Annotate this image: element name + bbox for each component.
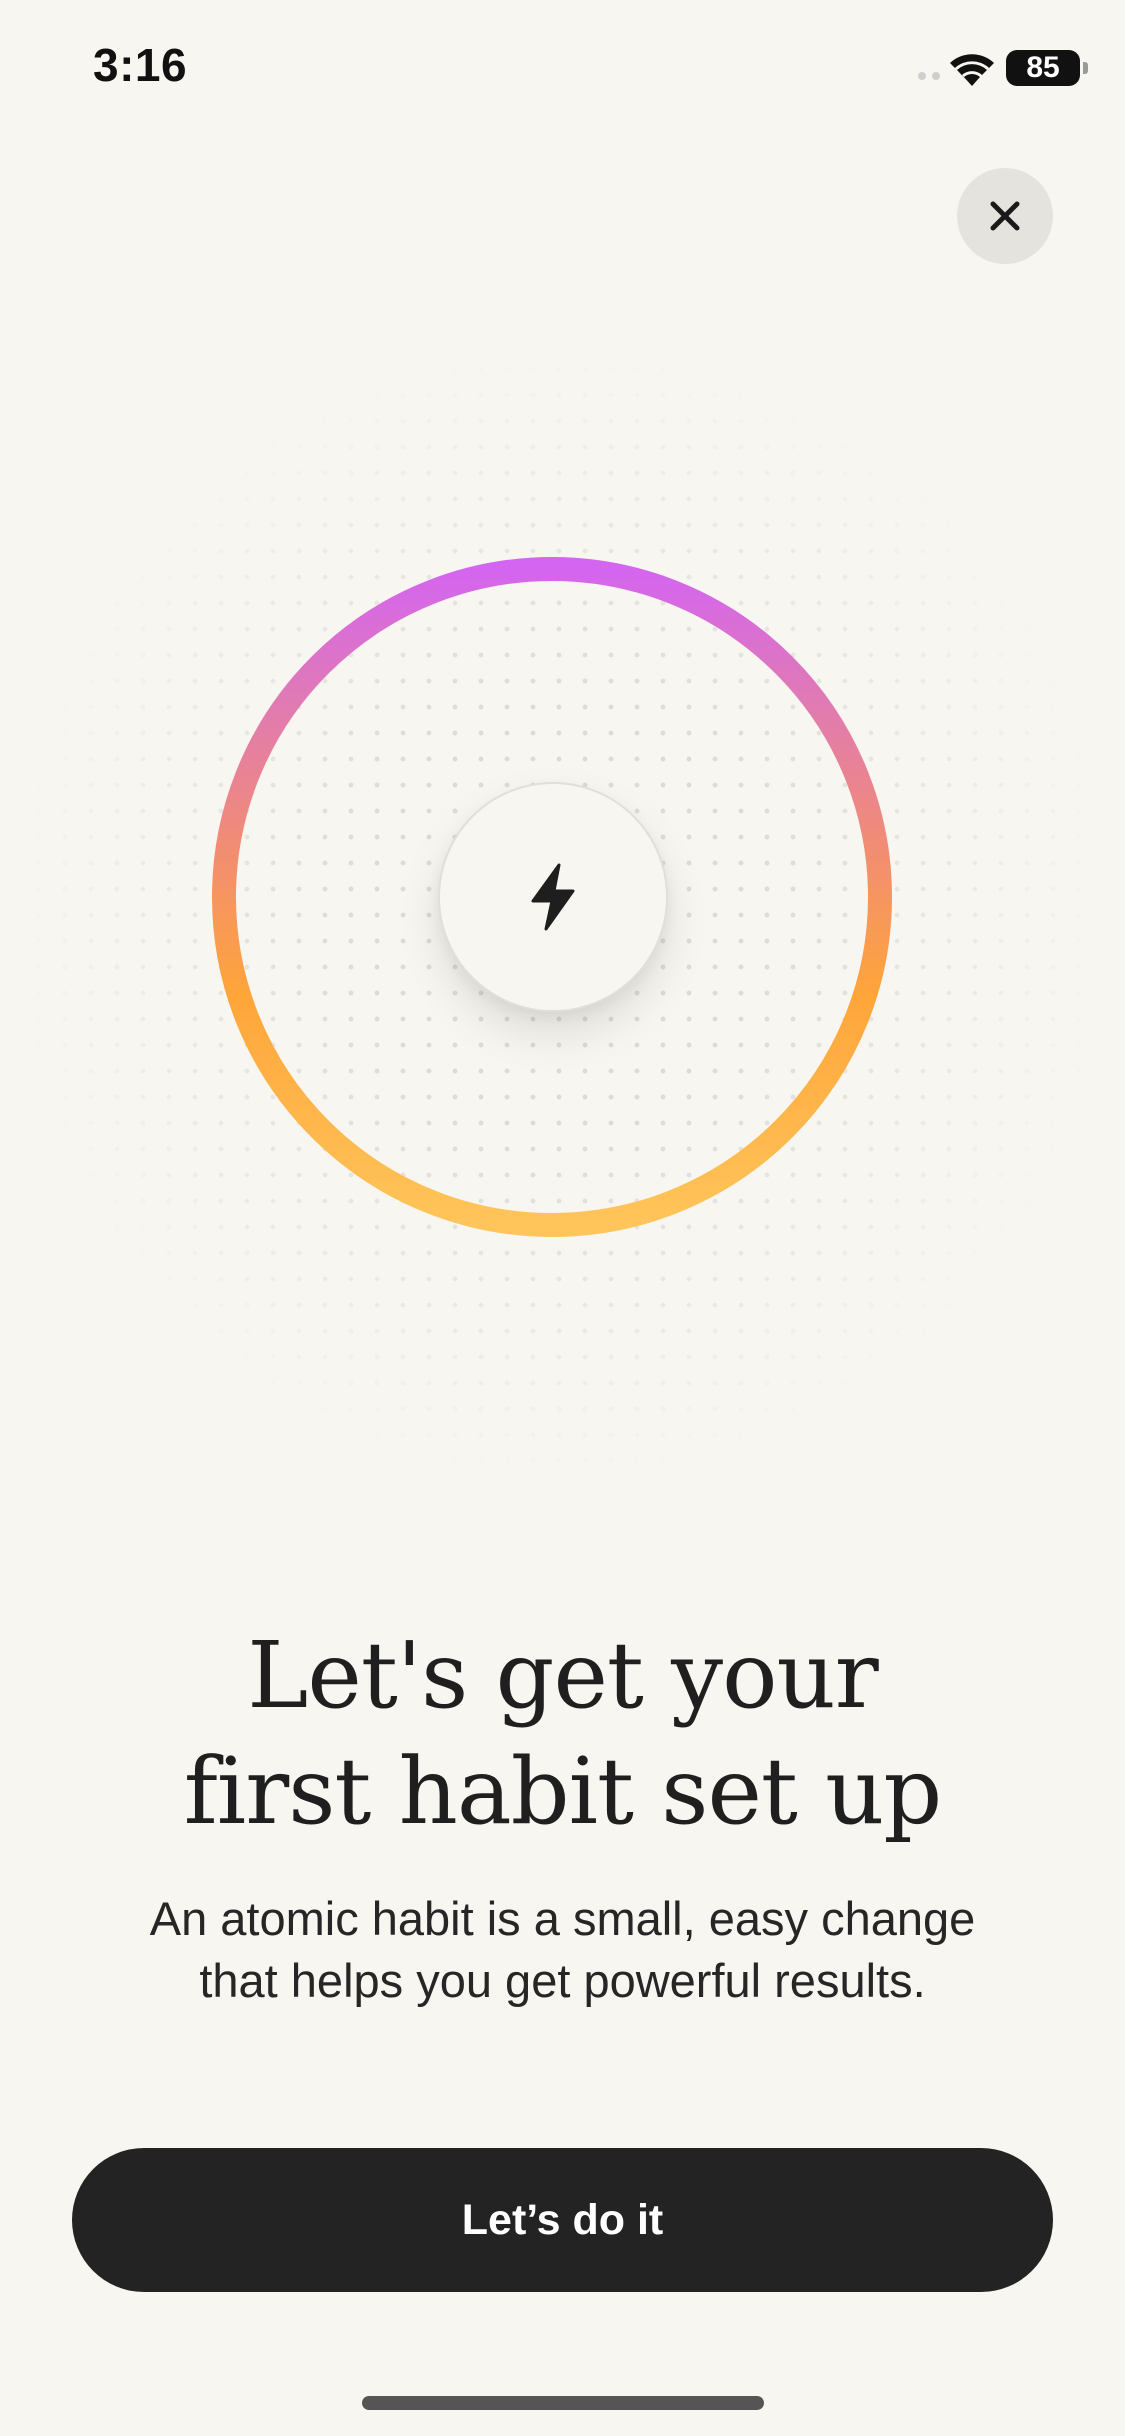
habit-icon-disc bbox=[438, 782, 668, 1012]
cellular-signal-icon bbox=[918, 72, 940, 80]
description-line-2: that helps you get powerful results. bbox=[199, 1954, 926, 2007]
wifi-icon bbox=[950, 54, 994, 86]
home-indicator[interactable] bbox=[362, 2396, 764, 2410]
lets-do-it-label: Let’s do it bbox=[461, 2195, 664, 2244]
description-line-1: An atomic habit is a small, easy change bbox=[149, 1892, 976, 1945]
page-title: Let's get your first habit set up bbox=[0, 1618, 1125, 1850]
close-icon bbox=[990, 201, 1020, 231]
lets-do-it-button[interactable]: Let’s do it bbox=[72, 2148, 1053, 2292]
battery-icon: 85 bbox=[1006, 50, 1088, 86]
description-text: An atomic habit is a small, easy change … bbox=[0, 1888, 1125, 2012]
status-bar: 3:16 85 bbox=[0, 0, 1125, 140]
page-title-line-2: first habit set up bbox=[183, 1738, 943, 1845]
lightning-bolt-icon bbox=[531, 863, 575, 931]
page-title-line-1: Let's get your bbox=[247, 1622, 878, 1729]
status-time: 3:16 bbox=[93, 39, 188, 91]
close-button[interactable] bbox=[957, 168, 1053, 264]
battery-level: 85 bbox=[1026, 51, 1060, 84]
